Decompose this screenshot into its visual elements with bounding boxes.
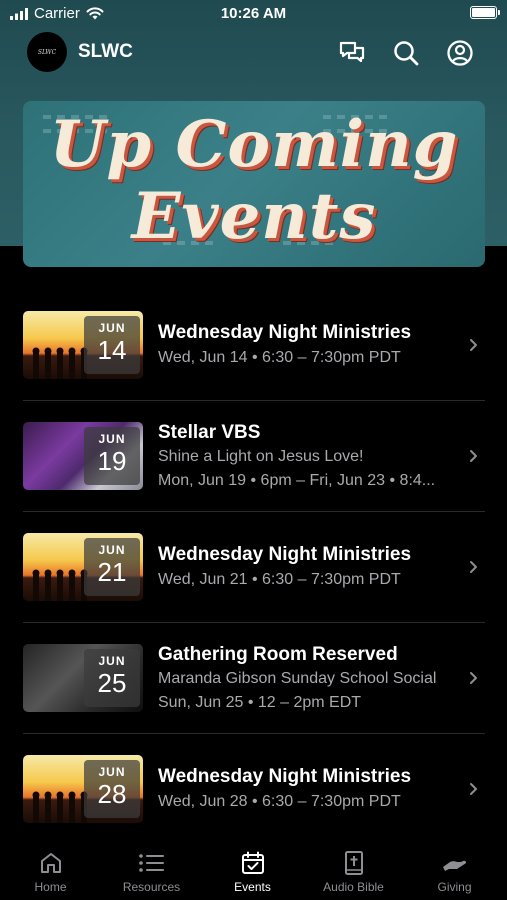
date-month: JUN [98,765,126,779]
event-title: Wednesday Night Ministries [158,766,412,787]
search-icon[interactable] [392,39,420,67]
date-badge: JUN 21 [84,538,140,596]
tab-label: Giving [437,880,472,894]
tab-label: Home [34,880,67,894]
event-title: Gathering Room Reserved [158,644,398,665]
event-subtitle: Wed, Jun 14 • 6:30 – 7:30pm PDT [158,349,401,366]
profile-icon[interactable] [446,39,474,67]
date-day: 19 [97,446,127,476]
date-badge: JUN 28 [84,760,140,818]
chevron-right-icon [470,672,477,684]
event-row-3[interactable]: JUN 21 Wednesday Night Ministries Wed, J… [23,512,485,623]
list-icon [138,854,164,872]
event-subtitle: Shine a Light on Jesus Love! [158,448,364,465]
tab-label: Events [234,880,271,894]
status-bar: Carrier 10:26 AM [0,0,507,30]
event-title: Stellar VBS [158,422,261,443]
banner-title-line1: Up Coming [49,107,459,182]
event-subtitle: Wed, Jun 28 • 6:30 – 7:30pm PDT [158,793,401,810]
tab-bar: Home Resources Events Audio Bible Giving [0,838,507,900]
tab-giving[interactable]: Giving [404,838,505,900]
date-month: JUN [98,543,126,557]
app-title: SLWC [78,41,133,62]
calendar-check-icon [241,851,264,874]
giving-hand-icon [442,860,466,871]
event-thumbnail: JUN 14 [23,311,143,379]
chevron-right-icon [470,561,477,573]
date-badge: JUN 25 [84,649,140,707]
chevron-right-icon [470,450,477,462]
chevron-right-icon [470,783,477,795]
date-badge: JUN 19 [84,427,140,485]
event-thumbnail: JUN 25 [23,644,143,712]
date-badge: JUN 14 [84,316,140,374]
date-day: 25 [97,668,127,698]
church-logo[interactable]: SLWC [27,32,67,72]
tab-label: Audio Bible [323,880,384,894]
logo-text: SLWC [37,48,57,56]
banner-title-line2: Events [131,179,377,254]
app-header: SLWC SLWC [0,30,507,76]
status-time: 10:26 AM [220,5,287,22]
event-thumbnail: JUN 19 [23,422,143,490]
tab-audio-bible[interactable]: Audio Bible [303,838,404,900]
event-title: Wednesday Night Ministries [158,322,412,343]
tab-resources[interactable]: Resources [101,838,202,900]
upcoming-events-banner[interactable]: Up Coming Events [23,101,485,267]
event-subtitle: Maranda Gibson Sunday School Social [158,670,437,687]
event-title: Wednesday Night Ministries [158,544,412,565]
date-day: 14 [97,335,127,365]
event-row-4[interactable]: JUN 25 Gathering Room Reserved Maranda G… [23,623,485,734]
event-row-5[interactable]: JUN 28 Wednesday Night Ministries Wed, J… [23,734,485,845]
event-row-1[interactable]: JUN 14 Wednesday Night Ministries Wed, J… [23,290,485,401]
event-row-2[interactable]: JUN 19 Stellar VBS Shine a Light on Jesu… [23,401,485,512]
date-month: JUN [98,432,126,446]
event-date-range: Sun, Jun 25 • 12 – 2pm EDT [158,694,362,711]
bible-icon [344,851,363,875]
chat-icon[interactable] [338,39,366,67]
tab-events[interactable]: Events [202,838,303,900]
home-icon [40,853,61,873]
event-subtitle: Wed, Jun 21 • 6:30 – 7:30pm PDT [158,571,401,588]
chevron-right-icon [470,339,477,351]
date-day: 28 [97,779,127,809]
tab-label: Resources [122,880,181,894]
date-day: 21 [97,557,127,587]
tab-home[interactable]: Home [0,838,101,900]
date-month: JUN [98,321,126,335]
battery-icon [470,6,500,19]
event-date-range: Mon, Jun 19 • 6pm – Fri, Jun 23 • 8:4... [158,472,436,489]
date-month: JUN [98,654,126,668]
event-thumbnail: JUN 21 [23,533,143,601]
event-thumbnail: JUN 28 [23,755,143,823]
